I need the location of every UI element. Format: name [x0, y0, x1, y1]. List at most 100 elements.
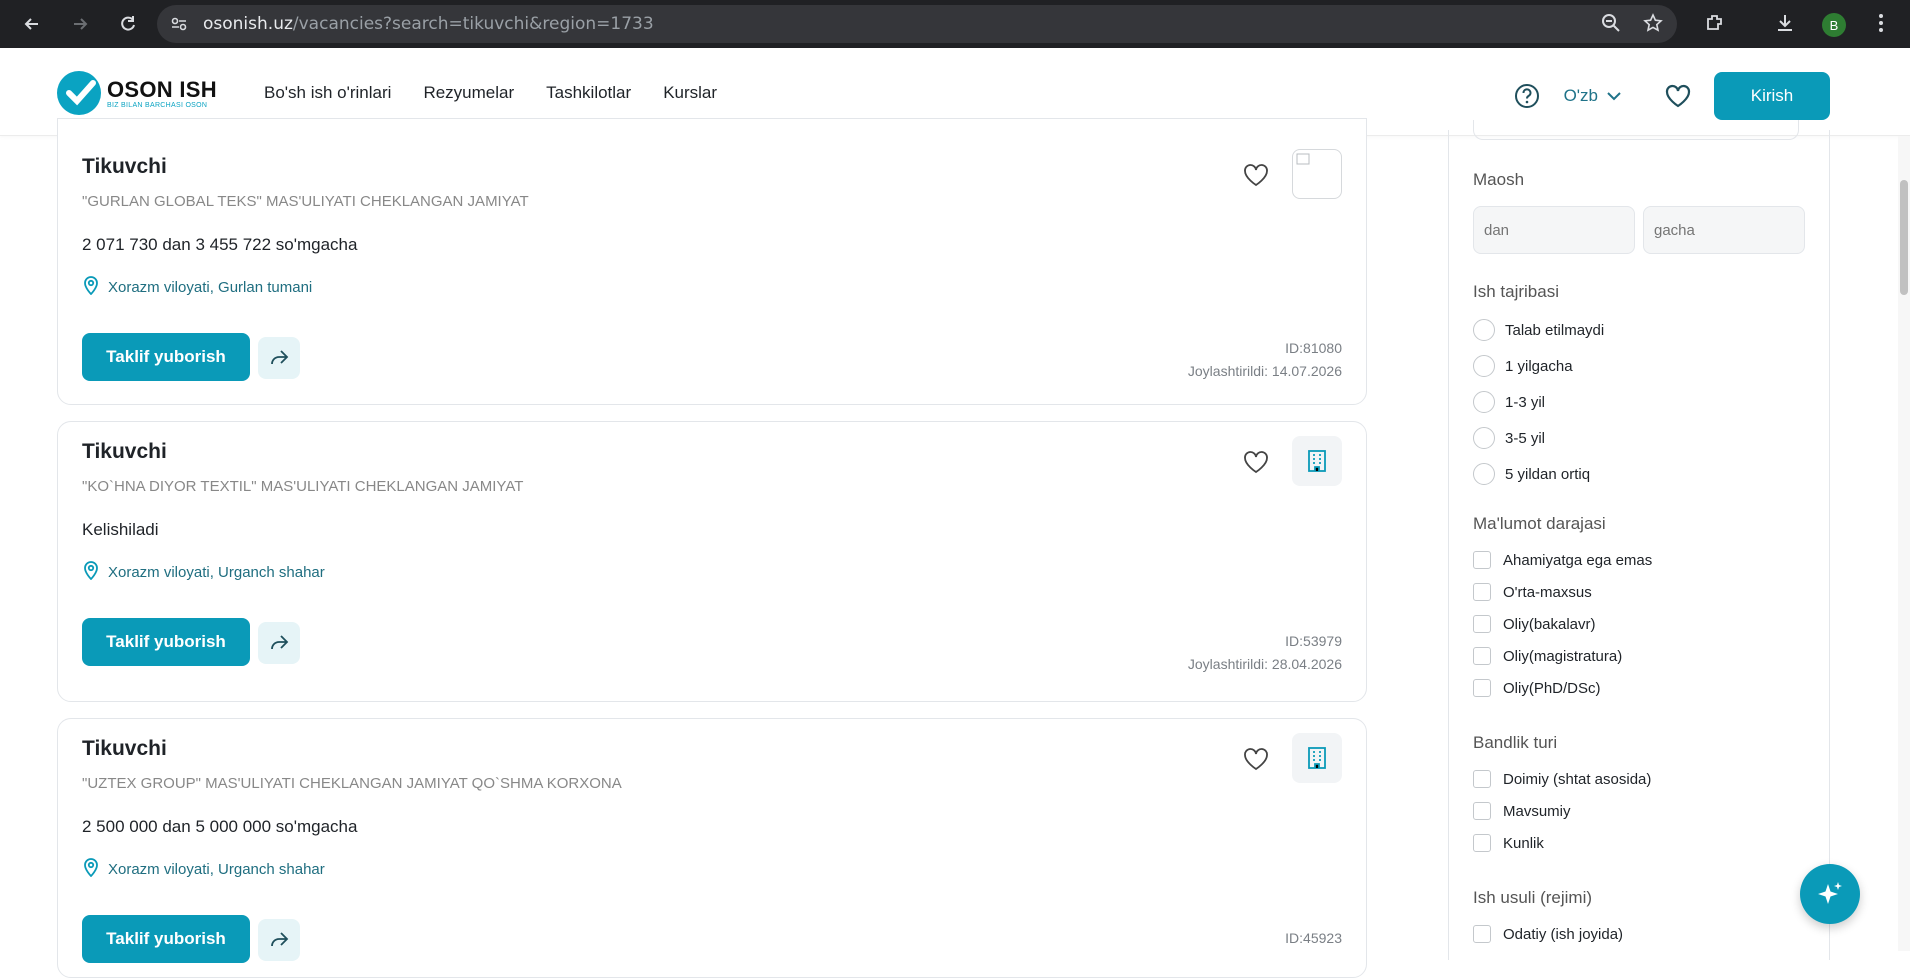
site-logo[interactable]: OSON ISH BIZ BILAN BARCHASI OSON	[57, 71, 217, 115]
forward-icon[interactable]	[66, 10, 94, 38]
ai-assistant-button[interactable]	[1800, 864, 1860, 924]
vacancy-title[interactable]: Tikuvchi	[82, 737, 167, 761]
experience-option-label: 3-5 yil	[1505, 429, 1546, 447]
nav-courses[interactable]: Kurslar	[663, 83, 717, 103]
checkbox[interactable]	[1473, 834, 1491, 852]
share-button[interactable]	[258, 919, 300, 961]
education-option[interactable]: Oliy(magistratura)	[1473, 647, 1622, 665]
salary-filter-title: Maosh	[1473, 170, 1525, 189]
building-icon	[1308, 747, 1326, 769]
favorites-heart-icon[interactable]	[1664, 82, 1692, 110]
address-bar[interactable]: osonish.uz/vacancies?search=tikuvchi&reg…	[157, 5, 1677, 43]
education-filter-title: Ma'lumot darajasi	[1473, 514, 1606, 533]
logo-subtitle: BIZ BILAN BARCHASI OSON	[107, 101, 208, 109]
vacancy-meta: ID:53979 Joylashtirildi: 28.04.2026	[1188, 630, 1342, 676]
reload-icon[interactable]	[114, 10, 142, 38]
nav-resumes[interactable]: Rezyumelar	[423, 83, 514, 103]
favorite-heart-icon[interactable]	[1242, 161, 1270, 189]
vacancy-card[interactable]: Tikuvchi "KO`HNA DIYOR TEXTIL" MAS'ULIYA…	[57, 421, 1367, 702]
experience-filter-title: Ish tajribasi	[1473, 282, 1559, 301]
bookmark-star-icon[interactable]	[1643, 13, 1663, 38]
help-icon[interactable]	[1514, 83, 1540, 109]
education-option-label: Oliy(PhD/DSc)	[1503, 679, 1601, 697]
employment-option-label: Doimiy (shtat asosida)	[1503, 770, 1652, 788]
salary-from-input[interactable]	[1473, 206, 1635, 254]
work-mode-option-label: Odatiy (ish joyida)	[1503, 925, 1624, 943]
checkbox[interactable]	[1473, 802, 1491, 820]
education-option[interactable]: Oliy(PhD/DSc)	[1473, 679, 1601, 697]
education-option[interactable]: Oliy(bakalavr)	[1473, 615, 1596, 633]
employment-option[interactable]: Doimiy (shtat asosida)	[1473, 770, 1651, 788]
company-name[interactable]: "GURLAN GLOBAL TEKS" MAS'ULIYATI CHEKLAN…	[82, 193, 529, 210]
company-logo	[1292, 733, 1342, 783]
location: Xorazm viloyati, Urganch shahar	[82, 857, 325, 881]
checkbox[interactable]	[1473, 925, 1491, 943]
vacancy-card[interactable]: Tikuvchi "GURLAN GLOBAL TEKS" MAS'ULIYAT…	[57, 118, 1367, 405]
building-icon	[1308, 450, 1326, 472]
share-button[interactable]	[258, 622, 300, 664]
extensions-icon[interactable]	[1704, 12, 1726, 39]
vacancy-title[interactable]: Tikuvchi	[82, 440, 167, 464]
downloads-icon[interactable]	[1774, 12, 1796, 39]
salary-text: Kelishiladi	[82, 520, 159, 539]
education-option[interactable]: Ahamiyatga ega emas	[1473, 551, 1652, 569]
checkbox[interactable]	[1473, 615, 1491, 633]
chevron-down-icon	[1606, 86, 1622, 106]
experience-option[interactable]: 1-3 yil	[1473, 391, 1545, 413]
experience-option-label: 1 yilgacha	[1505, 357, 1573, 375]
employment-option[interactable]: Kunlik	[1473, 834, 1544, 852]
employment-option[interactable]: Mavsumiy	[1473, 802, 1571, 820]
zoom-icon[interactable]	[1601, 13, 1621, 38]
company-name[interactable]: "UZTEX GROUP" MAS'ULIYATI CHEKLANGAN JAM…	[82, 775, 622, 792]
education-option-label: Ahamiyatga ega emas	[1503, 551, 1653, 569]
experience-option[interactable]: 5 yildan ortiq	[1473, 463, 1590, 485]
radio-button[interactable]	[1473, 463, 1495, 485]
employment-option-label: Mavsumiy	[1503, 802, 1571, 820]
experience-option[interactable]: Talab etilmaydi	[1473, 319, 1604, 341]
broken-image-icon	[1296, 153, 1310, 165]
posted-date: Joylashtirildi: 28.04.2026	[1187, 656, 1342, 672]
favorite-heart-icon[interactable]	[1242, 745, 1270, 773]
share-icon	[271, 635, 289, 650]
site-settings-icon[interactable]	[169, 14, 189, 34]
share-button[interactable]	[258, 337, 300, 379]
profile-avatar[interactable]: B	[1822, 13, 1846, 37]
url-text: osonish.uz/vacancies?search=tikuvchi&reg…	[203, 14, 654, 34]
nav-organizations[interactable]: Tashkilotlar	[546, 83, 631, 103]
send-offer-button[interactable]: Taklif yuborish	[82, 915, 250, 963]
nav-vacancies[interactable]: Bo'sh ish o'rinlari	[264, 83, 391, 103]
send-offer-button[interactable]: Taklif yuborish	[82, 333, 250, 381]
checkbox[interactable]	[1473, 647, 1491, 665]
education-option-label: Oliy(bakalavr)	[1503, 615, 1596, 633]
favorite-heart-icon[interactable]	[1242, 448, 1270, 476]
main-nav: Bo'sh ish o'rinlari Rezyumelar Tashkilot…	[264, 83, 717, 103]
radio-button[interactable]	[1473, 355, 1495, 377]
salary-to-input[interactable]	[1643, 206, 1805, 254]
experience-option[interactable]: 1 yilgacha	[1473, 355, 1573, 377]
location-pin-icon	[82, 275, 100, 299]
company-name[interactable]: "KO`HNA DIYOR TEXTIL" MAS'ULIYATI CHEKLA…	[82, 478, 523, 495]
search-input-edge[interactable]	[1473, 120, 1799, 140]
language-select[interactable]: O'zb	[1564, 86, 1622, 106]
vacancy-meta: ID:81080 Joylashtirildi: 14.07.2026	[1188, 337, 1342, 383]
login-button[interactable]: Kirish	[1714, 72, 1830, 120]
radio-button[interactable]	[1473, 391, 1495, 413]
scrollbar-thumb[interactable]	[1900, 180, 1908, 295]
language-label: O'zb	[1563, 86, 1598, 105]
checkbox[interactable]	[1473, 679, 1491, 697]
checkbox[interactable]	[1473, 551, 1491, 569]
browser-menu-icon[interactable]	[1878, 12, 1884, 39]
checkbox[interactable]	[1473, 770, 1491, 788]
vacancy-title[interactable]: Tikuvchi	[82, 155, 167, 179]
back-icon[interactable]	[18, 10, 46, 38]
send-offer-button[interactable]: Taklif yuborish	[82, 618, 250, 666]
education-option[interactable]: O'rta-maxsus	[1473, 583, 1592, 601]
experience-option-label: 1-3 yil	[1505, 393, 1546, 411]
experience-option[interactable]: 3-5 yil	[1473, 427, 1545, 449]
radio-button[interactable]	[1473, 427, 1495, 449]
vacancy-meta: ID:45923	[1285, 927, 1342, 950]
vacancy-card[interactable]: Tikuvchi "UZTEX GROUP" MAS'ULIYATI CHEKL…	[57, 718, 1367, 978]
work-mode-option[interactable]: Odatiy (ish joyida)	[1473, 925, 1623, 943]
radio-button[interactable]	[1473, 319, 1495, 341]
checkbox[interactable]	[1473, 583, 1491, 601]
